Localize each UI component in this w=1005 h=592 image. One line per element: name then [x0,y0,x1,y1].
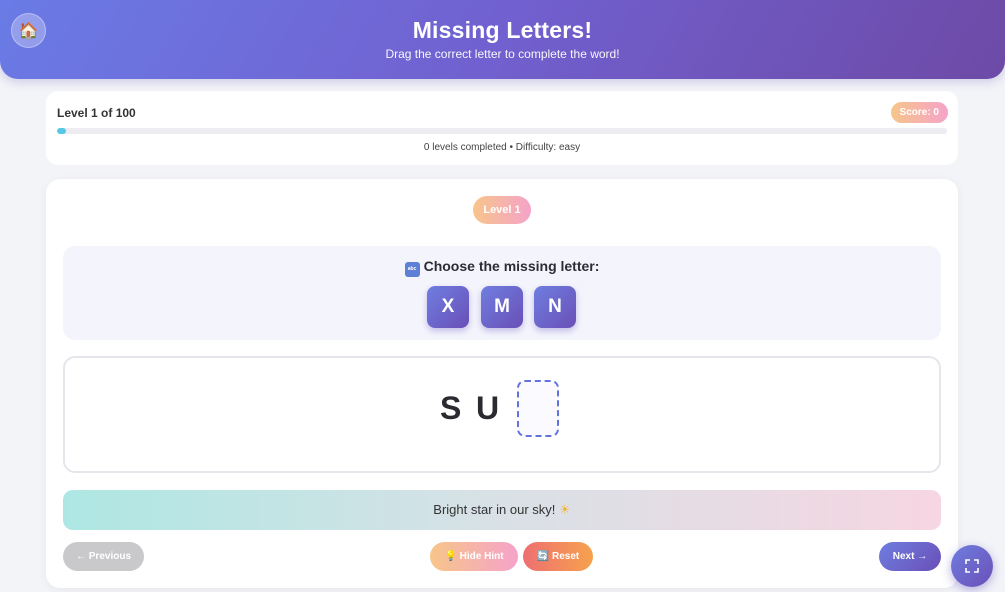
lightbulb-icon: 💡 [444,551,457,562]
reset-label: Reset [551,551,580,562]
letter-drop-slot[interactable] [517,380,559,437]
abc-icon: abc [404,262,420,277]
progress-card: Level 1 of 100 Score: 0 0 levels complet… [46,91,958,165]
letter-tile[interactable]: M [481,286,523,328]
word-letter: U [476,390,500,426]
progress-bar-fill [57,128,66,134]
next-button[interactable]: Next → [879,542,941,571]
previous-button[interactable]: ← Previous [63,542,144,571]
level-counter: Level 1 of 100 [57,106,136,120]
sun-icon: ☀ [559,502,571,517]
choices-title-text: Choose the missing letter: [423,258,600,274]
reset-button[interactable]: 🔄 Reset [523,542,593,571]
page-title: Missing Letters! [412,17,593,43]
page-subtitle: Drag the correct letter to complete the … [385,47,620,61]
choices-heading: abc Choose the missing letter: [63,258,941,277]
letter-tile[interactable]: N [534,286,576,328]
progress-status: 0 levels completed • Difficulty: easy [423,142,581,153]
word-letter: S [440,390,462,426]
hint-text: Bright star in our sky! [433,502,556,517]
level-badge: Level 1 [473,196,531,224]
letter-tile[interactable]: X [427,286,469,328]
refresh-icon: 🔄 [536,551,550,562]
app-header: 🏠 Missing Letters! Drag the correct lett… [0,0,1005,79]
fullscreen-button[interactable] [951,545,993,587]
progress-bar [57,128,947,134]
score-badge: Score: 0 [890,102,948,123]
word-area: S U [63,356,941,473]
hide-hint-label: Hide Hint [459,551,504,562]
letter-choices-panel: abc Choose the missing letter: X M N [63,246,941,340]
hide-hint-button[interactable]: 💡 Hide Hint [430,542,518,571]
fullscreen-icon [965,559,979,573]
hint-bar: Bright star in our sky! ☀ [63,490,941,530]
game-card: Level 1 abc Choose the missing letter: X … [46,179,958,588]
